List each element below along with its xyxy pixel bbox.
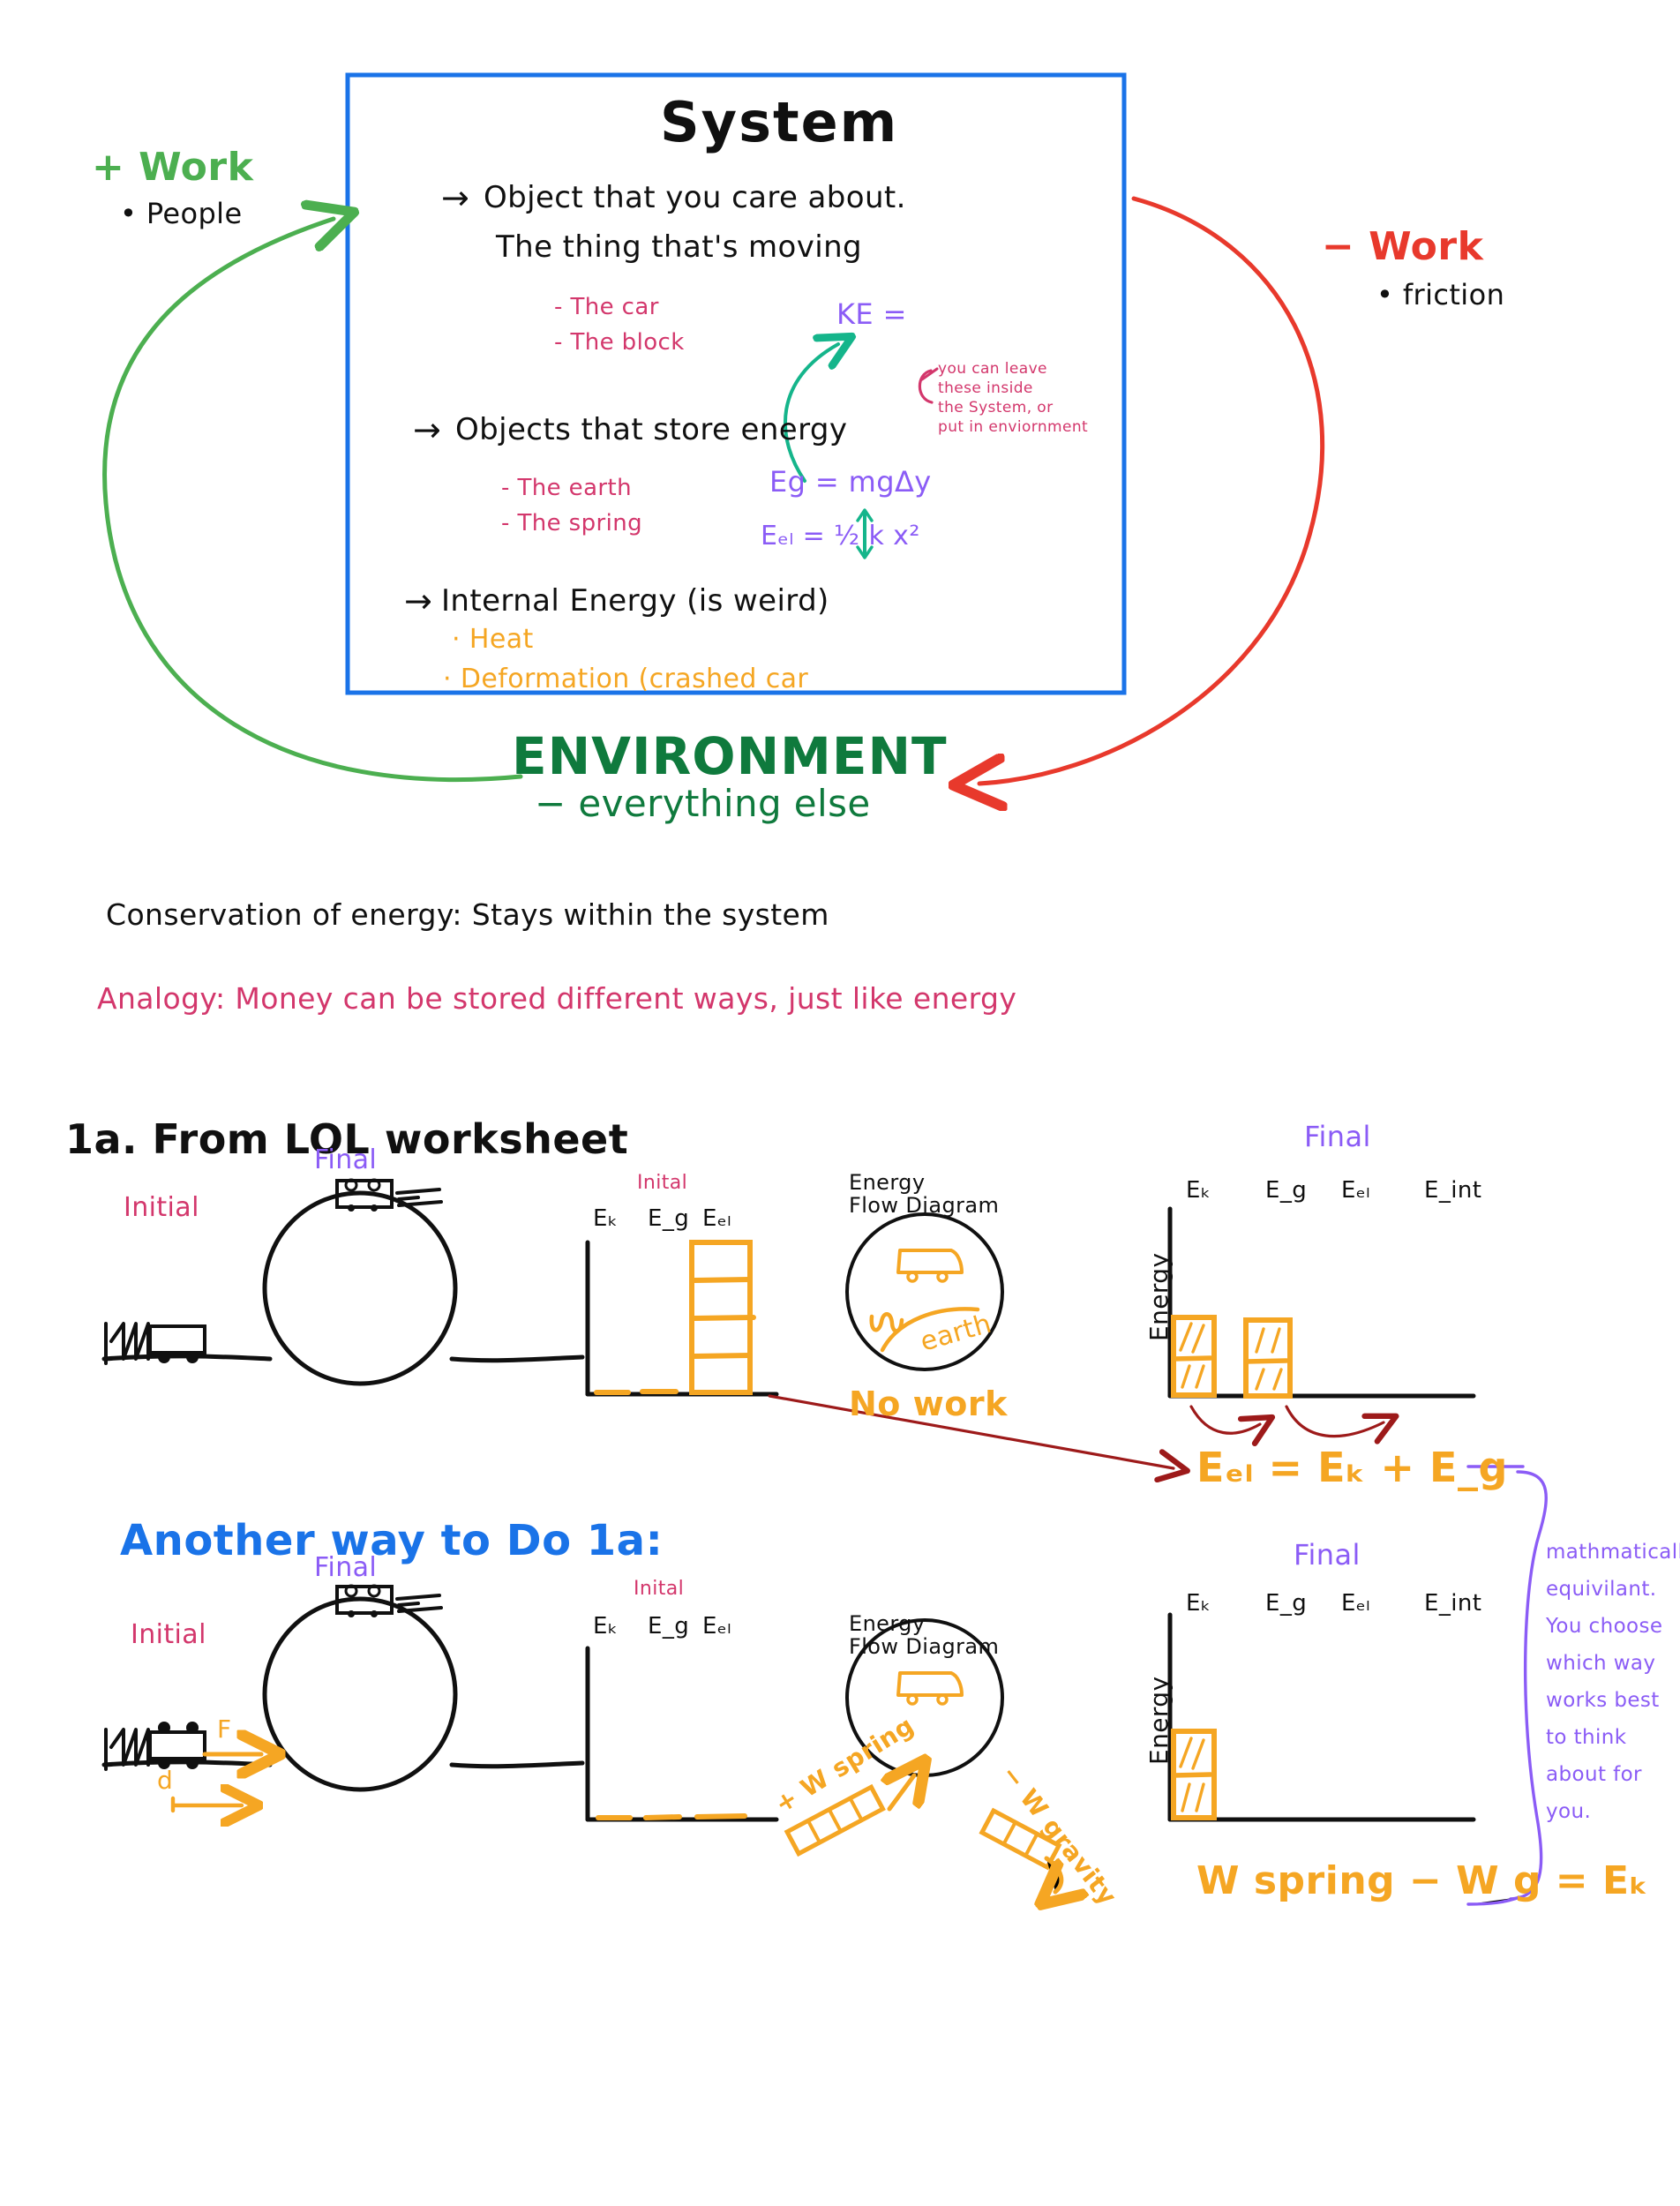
bar-chart-initial-1a-axes — [585, 1240, 779, 1397]
force-label: F — [217, 1715, 232, 1744]
flow-diagram-1a-alt — [784, 1618, 1061, 1892]
side-note-line-2: these inside — [938, 379, 1033, 397]
system-heading: System — [660, 90, 899, 154]
chart-initial-1a-cat-0: Eₖ — [593, 1205, 619, 1232]
environment-title: ENVIRONMENT — [512, 726, 948, 786]
bar-chart-final-1a-alt-bars — [1171, 1729, 1217, 1820]
margin-note-line-4: works best — [1546, 1689, 1660, 1712]
margin-note-line-7: you. — [1546, 1800, 1592, 1823]
problem-1a-alt-final-label: Final — [314, 1552, 378, 1583]
chart-final-1a-cat-3: E_int — [1424, 1177, 1482, 1204]
chart-initial-1a-alt-cat-2: Eₑₗ — [702, 1613, 731, 1639]
arrows-final-bars-to-equation-1a — [1189, 1405, 1399, 1447]
flow-diagram-1a-caption: No work — [849, 1384, 1008, 1423]
eg-formula: Eg = mgΔy — [769, 465, 932, 499]
chart-final-1a-alt-cat-3: E_int — [1424, 1590, 1482, 1617]
side-note-line-1: you can leave — [938, 360, 1047, 378]
problem-1a-alt-initial-label: Initial — [131, 1619, 206, 1650]
chart-initial-1a-state-label: Inital — [637, 1172, 688, 1194]
bar-chart-final-1a-alt-axes — [1167, 1612, 1476, 1822]
work-gravity-label: − W gravity — [995, 1760, 1123, 1911]
system-bullet-3-arrow: → — [404, 582, 433, 620]
system-bullet-1-arrow: → — [441, 178, 470, 217]
plus-work-arrow — [102, 219, 523, 783]
margin-note-line-0: mathmatically — [1546, 1541, 1680, 1564]
problem-1a-equation: Eₑₗ = Eₖ + E_g — [1196, 1444, 1508, 1491]
plus-work-label: + Work — [92, 145, 254, 190]
side-note-line-4: put in enviornment — [938, 418, 1089, 436]
margin-note-bracket — [1466, 1465, 1548, 1906]
problem-1a-alt-heading: Another way to Do 1a: — [120, 1516, 664, 1565]
system-bullet-1-line2: The thing that's moving — [496, 229, 863, 265]
eel-formula: Eₑₗ = ½ k x² — [761, 521, 920, 552]
work-spring-label: + W spring — [769, 1710, 919, 1820]
notes-page: + Work • People − Work • friction System… — [0, 0, 1680, 2206]
flow-diagram-1a-earth-label: earth — [917, 1308, 995, 1358]
chart-final-1a-alt-cat-2: Eₑₗ — [1341, 1590, 1370, 1617]
bar-chart-initial-1a-alt-axes — [585, 1646, 779, 1822]
minus-work-bullet: • friction — [1376, 278, 1505, 311]
chart-final-1a-axis-label: Energy — [1144, 1252, 1174, 1341]
system-bullet-3-sub-2: · Deformation (crashed car — [443, 664, 809, 694]
system-bullet-1-sub-1: - The car — [554, 294, 659, 320]
system-bullet-3-line1: Internal Energy (is weird) — [441, 583, 829, 619]
chart-final-1a-state-label: Final — [1304, 1120, 1371, 1153]
chart-final-1a-alt-cat-1: E_g — [1265, 1590, 1308, 1617]
system-bullet-1-line1: Object that you care about. — [484, 180, 906, 215]
chart-final-1a-cat-2: Eₑₗ — [1341, 1177, 1370, 1204]
chart-final-1a-alt-axis-label: Energy — [1144, 1676, 1174, 1765]
problem-1a-alt-equation: W spring − W g = Eₖ — [1196, 1858, 1649, 1903]
system-bullet-2-sub-2: - The spring — [501, 510, 643, 536]
analogy-statement: Analogy: Money can be stored different w… — [97, 981, 1017, 1016]
margin-note-line-2: You choose — [1546, 1615, 1663, 1638]
chart-initial-1a-alt-cat-0: Eₖ — [593, 1613, 619, 1639]
flow-diagram-1a-alt-title-line2: Flow Diagram — [849, 1634, 1000, 1659]
chart-final-1a-cat-0: Eₖ — [1186, 1177, 1211, 1204]
bar-chart-initial-1a-bars — [594, 1240, 756, 1395]
system-bullet-1-sub-2: - The block — [554, 329, 685, 356]
conservation-statement: Conservation of energy: Stays within the… — [106, 897, 829, 932]
system-bullet-2-sub-1: - The earth — [501, 475, 632, 501]
distance-label: d — [157, 1766, 174, 1795]
chart-initial-1a-alt-cat-1: E_g — [648, 1613, 690, 1639]
environment-subtitle: − everything else — [535, 782, 871, 825]
bar-chart-final-1a-bars — [1171, 1315, 1293, 1399]
side-note-bracket — [918, 367, 939, 404]
chart-final-1a-alt-cat-0: Eₖ — [1186, 1590, 1211, 1617]
flow-diagram-1a-alt-title-line1: Energy — [849, 1611, 926, 1636]
plus-work-bullet: • People — [120, 197, 243, 230]
side-note-line-3: the System, or — [938, 399, 1054, 416]
chart-initial-1a-alt-state-label: Inital — [634, 1578, 685, 1600]
problem-1a-initial-label: Initial — [124, 1192, 199, 1223]
problem-1a-final-label: Final — [314, 1144, 378, 1175]
chart-initial-1a-cat-1: E_g — [648, 1205, 690, 1232]
minus-work-arrow — [979, 196, 1325, 784]
chart-final-1a-cat-1: E_g — [1265, 1177, 1308, 1204]
system-bullet-2-arrow: → — [413, 410, 442, 449]
bar-chart-initial-1a-alt-bars — [596, 1813, 747, 1820]
margin-note-line-1: equivilant. — [1546, 1578, 1657, 1601]
system-bullet-3-sub-1: · Heat — [452, 624, 534, 655]
flow-diagram-1a-title-line1: Energy — [849, 1170, 926, 1195]
system-bullet-2-line1: Objects that store energy — [455, 412, 848, 447]
flow-diagram-1a-title-line2: Flow Diagram — [849, 1193, 1000, 1218]
chart-final-1a-alt-state-label: Final — [1294, 1538, 1361, 1572]
margin-note-line-6: about for — [1546, 1763, 1642, 1786]
margin-note-line-5: to think — [1546, 1726, 1627, 1749]
minus-work-label: − Work — [1322, 224, 1484, 269]
bar-chart-final-1a-axes — [1167, 1206, 1476, 1399]
margin-note-line-3: which way — [1546, 1652, 1656, 1675]
chart-initial-1a-cat-2: Eₑₗ — [702, 1205, 731, 1232]
ke-formula: KE = — [836, 297, 907, 331]
